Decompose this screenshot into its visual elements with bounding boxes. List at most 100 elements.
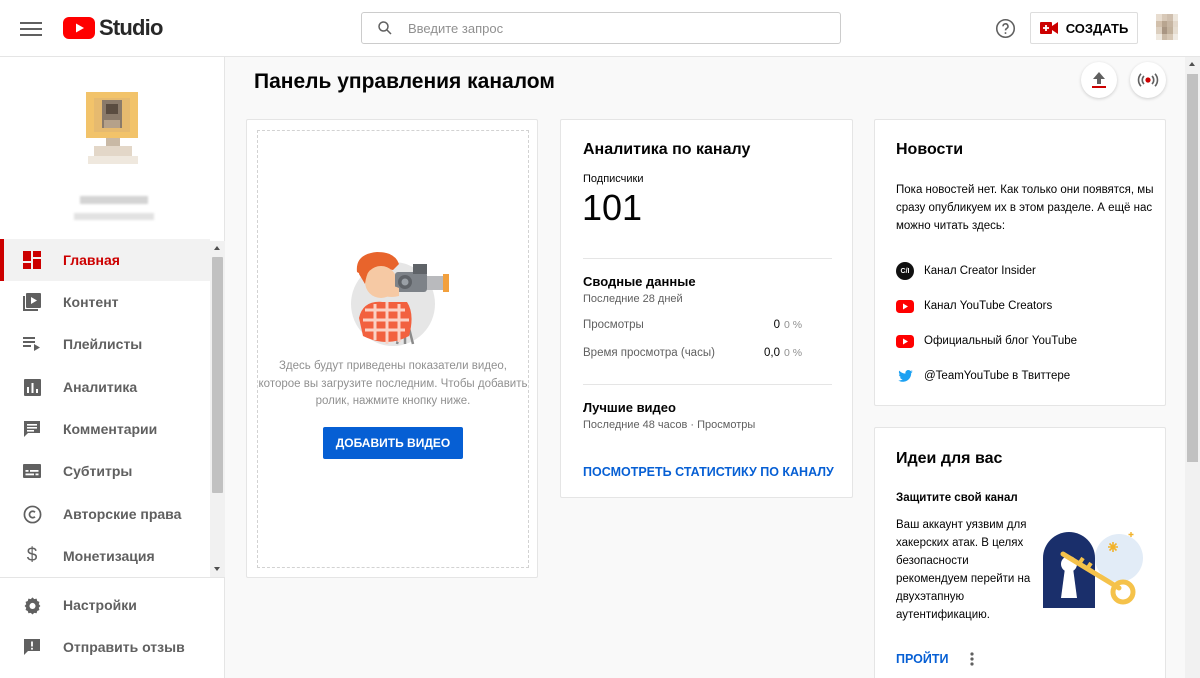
sidebar-item-settings[interactable]: Настройки: [0, 584, 210, 626]
summary-period: Последние 28 дней: [583, 293, 683, 305]
ideas-subtitle: Защитите свой канал: [896, 492, 1018, 504]
divider: [583, 384, 832, 385]
ideas-go-link[interactable]: ПРОЙТИ: [896, 652, 948, 666]
sidebar-item-subtitles[interactable]: Субтитры: [0, 450, 210, 492]
ideas-card: Идеи для вас Защитите свой канал Ваш акк…: [874, 427, 1166, 678]
top-videos-period: Последние 48 часов · Просмотры: [583, 419, 756, 431]
sidebar-item-label: Плейлисты: [63, 336, 143, 352]
view-channel-analytics-link[interactable]: ПОСМОТРЕТЬ СТАТИСТИКУ ПО КАНАЛУ: [583, 465, 834, 479]
analytics-title: Аналитика по каналу: [583, 141, 751, 158]
sidebar-item-label: Контент: [63, 294, 119, 310]
search-box[interactable]: [361, 12, 841, 44]
sidebar-item-monetization[interactable]: $ Монетизация: [0, 535, 210, 577]
sidebar-item-label: Субтитры: [63, 463, 133, 479]
studio-logo[interactable]: Studio: [63, 14, 163, 42]
page-scrollbar[interactable]: [1185, 57, 1200, 678]
key-lock-illustration: [1043, 532, 1143, 608]
sidebar-item-label: Комментарии: [63, 421, 158, 437]
ideas-text: Ваш аккаунт уязвим для хакерских атак. В…: [896, 519, 1031, 621]
page-title: Панель управления каналом: [254, 70, 555, 93]
watch-time-label: Время просмотра (часы): [583, 347, 715, 359]
top-videos-title: Лучшие видео: [583, 400, 676, 415]
youtube-icon: [896, 297, 914, 315]
scroll-down-arrow-icon[interactable]: [214, 567, 220, 571]
live-broadcast-icon: [1137, 73, 1159, 87]
creator-insider-icon: C/I: [896, 262, 914, 280]
gear-icon: [22, 595, 42, 615]
search-icon: [378, 21, 392, 35]
comment-icon: [22, 419, 42, 439]
news-link-label: Канал Creator Insider: [924, 265, 1036, 277]
subscribers-count: 101: [582, 187, 643, 228]
playlist-icon: [22, 334, 42, 354]
scroll-up-arrow-icon[interactable]: [1189, 62, 1195, 66]
create-button[interactable]: СОЗДАТЬ: [1030, 12, 1138, 44]
youtube-logo-icon: [63, 17, 95, 39]
news-link-twitter[interactable]: @TeamYouTube в Твиттере: [896, 367, 1070, 385]
news-title: Новости: [896, 141, 964, 158]
sidebar-item-playlists[interactable]: Плейлисты: [0, 323, 210, 365]
dollar-icon: $: [26, 545, 38, 566]
sidebar-item-label: Аналитика: [63, 379, 138, 395]
sidebar-item-content[interactable]: Контент: [0, 281, 210, 323]
sidebar-scrollbar[interactable]: [210, 241, 225, 577]
channel-analytics-card: Аналитика по каналу Подписчики 101 Сводн…: [560, 119, 853, 498]
news-link-youtube-creators[interactable]: Канал YouTube Creators: [896, 297, 1052, 315]
scroll-thumb[interactable]: [212, 257, 223, 493]
news-link-label: @TeamYouTube в Твиттере: [924, 370, 1071, 382]
sidebar-item-label: Главная: [63, 252, 120, 268]
subtitles-icon: [22, 461, 42, 481]
sidebar-item-dashboard[interactable]: Главная: [0, 239, 210, 281]
news-link-label: Официальный блог YouTube: [924, 335, 1078, 347]
sidebar-item-comments[interactable]: Комментарии: [0, 408, 210, 450]
news-card: Новости Пока новостей нет. Как только он…: [874, 119, 1166, 406]
avatar[interactable]: [1156, 14, 1178, 40]
upload-icon: [1092, 72, 1106, 88]
news-link-creator-insider[interactable]: C/I Канал Creator Insider: [896, 262, 1036, 280]
views-change: 0 %: [784, 319, 803, 331]
news-link-youtube-blog[interactable]: Официальный блог YouTube: [896, 332, 1077, 350]
more-vert-icon[interactable]: [967, 650, 977, 668]
hamburger-menu-icon[interactable]: [20, 18, 42, 38]
dashboard-icon: [22, 250, 42, 270]
channel-avatar[interactable]: [80, 86, 144, 166]
video-library-icon: [22, 292, 42, 312]
views-value: 0: [773, 319, 780, 331]
youtube-icon: [896, 332, 914, 350]
video-camera-icon: [1039, 22, 1058, 34]
upload-button[interactable]: [1081, 62, 1117, 98]
help-icon[interactable]: [995, 18, 1016, 39]
dropzone-frame: [257, 130, 529, 568]
latest-video-card: Здесь будут приведены показатели видео, …: [246, 119, 538, 578]
scroll-thumb[interactable]: [1187, 74, 1198, 462]
sidebar-item-feedback[interactable]: Отправить отзыв: [0, 626, 210, 668]
sidebar-item-label: Отправить отзыв: [63, 639, 185, 655]
sidebar-item-analytics[interactable]: Аналитика: [0, 366, 210, 408]
sidebar-item-label: Настройки: [63, 597, 137, 613]
watch-time-value: 0,0: [764, 347, 780, 359]
subscribers-label: Подписчики: [583, 173, 644, 185]
empty-state-text: Здесь будут приведены показатели видео, …: [258, 360, 528, 407]
search-input[interactable]: [408, 20, 840, 36]
scroll-up-arrow-icon[interactable]: [214, 246, 220, 250]
divider: [583, 258, 832, 259]
news-text: Пока новостей нет. Как только они появят…: [896, 184, 1154, 232]
sidebar-item-copyright[interactable]: Авторские права: [0, 493, 210, 535]
go-live-button[interactable]: [1130, 62, 1166, 98]
create-button-label: СОЗДАТЬ: [1065, 20, 1129, 36]
views-label: Просмотры: [583, 319, 644, 331]
add-video-button[interactable]: ДОБАВИТЬ ВИДЕО: [323, 427, 463, 459]
twitter-icon: [896, 367, 914, 385]
feedback-icon: [22, 637, 42, 657]
sidebar-item-label: Авторские права: [63, 506, 182, 522]
channel-name-blurred: [80, 196, 148, 204]
watch-time-change: 0 %: [784, 347, 803, 359]
logo-text: Studio: [99, 15, 163, 40]
sidebar-divider: [0, 577, 224, 578]
bar-chart-icon: [22, 377, 42, 397]
camera-person-illustration: [351, 252, 449, 346]
news-link-label: Канал YouTube Creators: [924, 300, 1053, 312]
channel-subtitle-blurred: [74, 213, 154, 220]
top-header: Studio СОЗДАТЬ: [0, 0, 1200, 57]
copyright-icon: [22, 504, 42, 524]
